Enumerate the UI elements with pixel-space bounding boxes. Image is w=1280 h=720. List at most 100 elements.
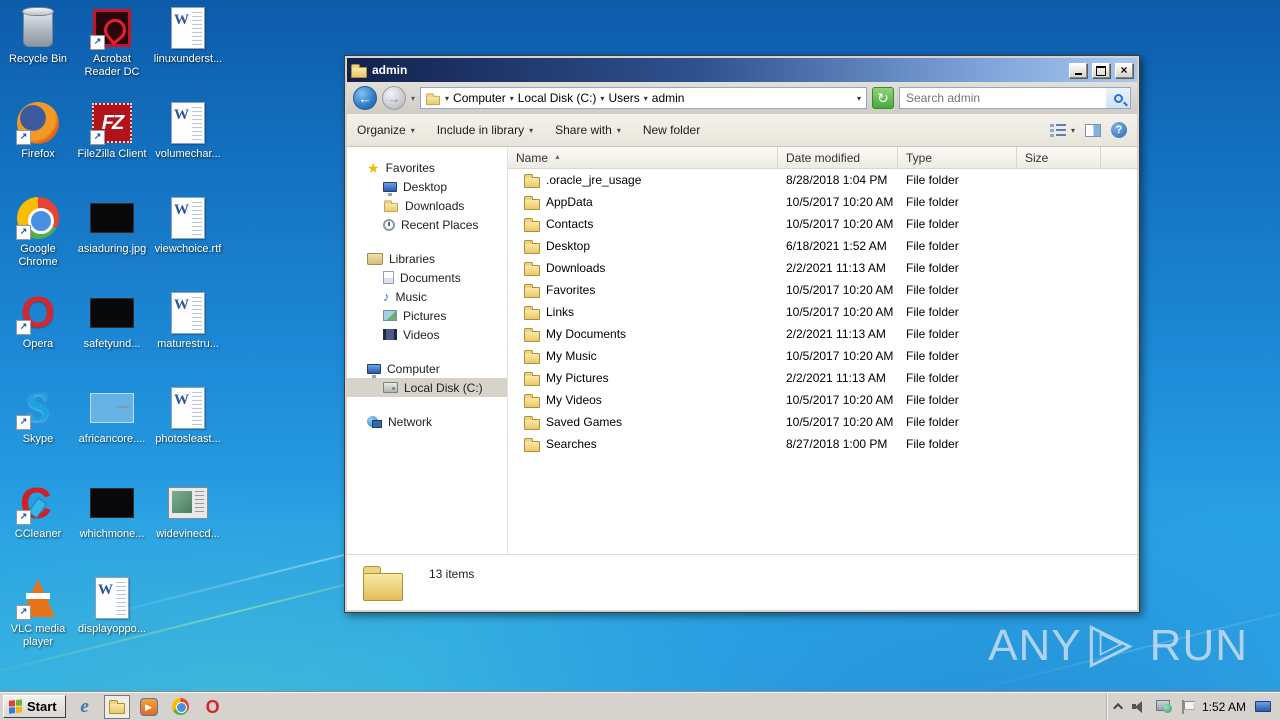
include-in-library-button[interactable]: Include in library▾: [437, 123, 533, 137]
file-type: File folder: [898, 217, 1017, 231]
recent-pages-dropdown-icon[interactable]: ▾: [411, 94, 415, 103]
column-header-size[interactable]: Size: [1017, 147, 1101, 168]
watermark-text-right: RUN: [1150, 621, 1248, 671]
file-row-oracle-jre-usage[interactable]: .oracle_jre_usage8/28/2018 1:04 PMFile f…: [508, 169, 1137, 191]
chevron-down-icon[interactable]: ▾: [599, 94, 605, 103]
volume-icon[interactable]: [1132, 700, 1147, 713]
desktop-icon-asiaduring[interactable]: asiaduring.jpg: [74, 196, 150, 288]
sidebar-item-recent-places[interactable]: Recent Places: [347, 215, 507, 234]
desktop-icon-whichmone[interactable]: whichmone...: [74, 481, 150, 573]
column-header-date-modified[interactable]: Date modified: [778, 147, 898, 168]
sidebar-group-libraries[interactable]: Libraries: [347, 250, 507, 268]
organize-button[interactable]: Organize▾: [357, 123, 415, 137]
file-row-appdata[interactable]: AppData10/5/2017 10:20 AMFile folder: [508, 191, 1137, 213]
desktop-icon-vlc[interactable]: VLC media player: [0, 576, 76, 668]
taskbar-explorer-button[interactable]: [104, 695, 130, 719]
preview-pane-button[interactable]: [1085, 124, 1101, 137]
taskbar-chrome-button[interactable]: [168, 695, 194, 719]
file-row-my-music[interactable]: My Music10/5/2017 10:20 AMFile folder: [508, 345, 1137, 367]
display-tray-icon[interactable]: [1255, 701, 1271, 712]
close-button[interactable]: [1115, 63, 1133, 78]
breadcrumb-computer[interactable]: Computer: [453, 91, 506, 105]
desktop-icon-africancore[interactable]: africancore....: [74, 386, 150, 478]
desktop-icon-displayoppo[interactable]: displayoppo...: [74, 576, 150, 668]
file-row-searches[interactable]: Searches8/27/2018 1:00 PMFile folder: [508, 433, 1137, 455]
sidebar-item-pictures[interactable]: Pictures: [347, 306, 507, 325]
column-header-name[interactable]: Name▲: [508, 147, 778, 168]
file-name: Links: [546, 305, 574, 319]
desktop-icon-recycle-bin[interactable]: Recycle Bin: [0, 6, 76, 98]
file-row-desktop[interactable]: Desktop6/18/2021 1:52 AMFile folder: [508, 235, 1137, 257]
sidebar-group-network[interactable]: Network: [347, 413, 507, 431]
sidebar-item-videos[interactable]: Videos: [347, 325, 507, 344]
chevron-down-icon[interactable]: ▾: [444, 94, 450, 103]
breadcrumb-users[interactable]: Users: [608, 91, 639, 105]
file-row-favorites[interactable]: Favorites10/5/2017 10:20 AMFile folder: [508, 279, 1137, 301]
desktop-icon-linuxunderst[interactable]: linuxunderst...: [150, 6, 226, 98]
forward-button[interactable]: →: [382, 86, 406, 110]
desktop-icon-chrome[interactable]: Google Chrome: [0, 196, 76, 288]
desktop-icon-acrobat[interactable]: Acrobat Reader DC: [74, 6, 150, 98]
item-label: Local Disk (C:): [404, 381, 483, 395]
file-row-saved-games[interactable]: Saved Games10/5/2017 10:20 AMFile folder: [508, 411, 1137, 433]
start-button[interactable]: Start: [3, 695, 66, 718]
desktop-icon-widevinecd[interactable]: widevinecd...: [150, 481, 226, 573]
search-button[interactable]: [1106, 88, 1130, 108]
change-view-button[interactable]: ▾: [1050, 124, 1075, 137]
desktop-icon-maturestru[interactable]: maturestru...: [150, 291, 226, 383]
desktop-icon-safetyund[interactable]: safetyund...: [74, 291, 150, 383]
folder-icon: [524, 265, 540, 276]
taskbar-internet-explorer-button[interactable]: e: [72, 695, 98, 719]
taskbar-opera-button[interactable]: O: [200, 695, 226, 719]
chevron-down-icon[interactable]: ▾: [509, 94, 515, 103]
column-header-type[interactable]: Type: [898, 147, 1017, 168]
breadcrumb[interactable]: ▾ Computer ▾ Local Disk (C:) ▾ Users ▾ a…: [420, 87, 867, 109]
desktop-icon-viewchoice[interactable]: viewchoice.rtf: [150, 196, 226, 288]
sidebar-item-desktop[interactable]: Desktop: [347, 177, 507, 196]
search-box[interactable]: [899, 87, 1131, 109]
file-row-my-videos[interactable]: My Videos10/5/2017 10:20 AMFile folder: [508, 389, 1137, 411]
sidebar-group-favorites[interactable]: ★Favorites: [347, 159, 507, 177]
address-dropdown-icon[interactable]: ▾: [856, 94, 862, 103]
minimize-button[interactable]: [1069, 63, 1087, 78]
new-folder-button[interactable]: New folder: [643, 123, 700, 137]
desktop-icon-opera[interactable]: OOpera: [0, 291, 76, 383]
file-row-downloads[interactable]: Downloads2/2/2021 11:13 AMFile folder: [508, 257, 1137, 279]
sidebar-item-downloads[interactable]: Downloads: [347, 196, 507, 215]
action-center-flag-icon[interactable]: [1181, 700, 1193, 714]
desktop-icon-photosleast[interactable]: photosleast...: [150, 386, 226, 478]
file-row-my-documents[interactable]: My Documents2/2/2021 11:13 AMFile folder: [508, 323, 1137, 345]
file-row-my-pictures[interactable]: My Pictures2/2/2021 11:13 AMFile folder: [508, 367, 1137, 389]
file-date: 10/5/2017 10:20 AM: [778, 283, 898, 297]
back-button[interactable]: ←: [353, 86, 377, 110]
desktop-icon-label: Recycle Bin: [0, 53, 76, 66]
word-document-icon: [90, 576, 134, 620]
taskbar-clock[interactable]: 1:52 AM: [1202, 700, 1246, 714]
sidebar-item-local-disk-c[interactable]: Local Disk (C:): [347, 378, 507, 397]
title-bar[interactable]: admin: [347, 58, 1137, 82]
desktop-icon-skype[interactable]: SSkype: [0, 386, 76, 478]
desktop-icon-volumechar[interactable]: volumechar...: [150, 101, 226, 193]
column-headers: Name▲ Date modified Type Size: [508, 147, 1137, 169]
desktop-icon-filezilla[interactable]: FZFileZilla Client: [74, 101, 150, 193]
network-tray-icon[interactable]: [1156, 700, 1172, 713]
sidebar-group-computer[interactable]: Computer: [347, 360, 507, 378]
desktop-icon-label: safetyund...: [74, 338, 150, 351]
share-with-button[interactable]: Share with▾: [555, 123, 621, 137]
refresh-button[interactable]: ↻: [872, 87, 894, 109]
search-input[interactable]: [900, 91, 1106, 105]
desktop-icon-ccleaner[interactable]: CCleaner: [0, 481, 76, 573]
desktop-icon-firefox[interactable]: Firefox: [0, 101, 76, 193]
sidebar-item-music[interactable]: ♪Music: [347, 287, 507, 306]
folder-icon: [426, 95, 440, 104]
breadcrumb-local-disk[interactable]: Local Disk (C:): [518, 91, 597, 105]
file-row-links[interactable]: Links10/5/2017 10:20 AMFile folder: [508, 301, 1137, 323]
breadcrumb-admin[interactable]: admin: [652, 91, 685, 105]
chevron-down-icon[interactable]: ▾: [643, 94, 649, 103]
sidebar-item-documents[interactable]: Documents: [347, 268, 507, 287]
show-hidden-icons-chevron[interactable]: [1113, 703, 1123, 713]
file-row-contacts[interactable]: Contacts10/5/2017 10:20 AMFile folder: [508, 213, 1137, 235]
maximize-button[interactable]: [1092, 63, 1110, 78]
taskbar-media-player-button[interactable]: ▶: [136, 695, 162, 719]
help-button[interactable]: ?: [1111, 122, 1127, 138]
